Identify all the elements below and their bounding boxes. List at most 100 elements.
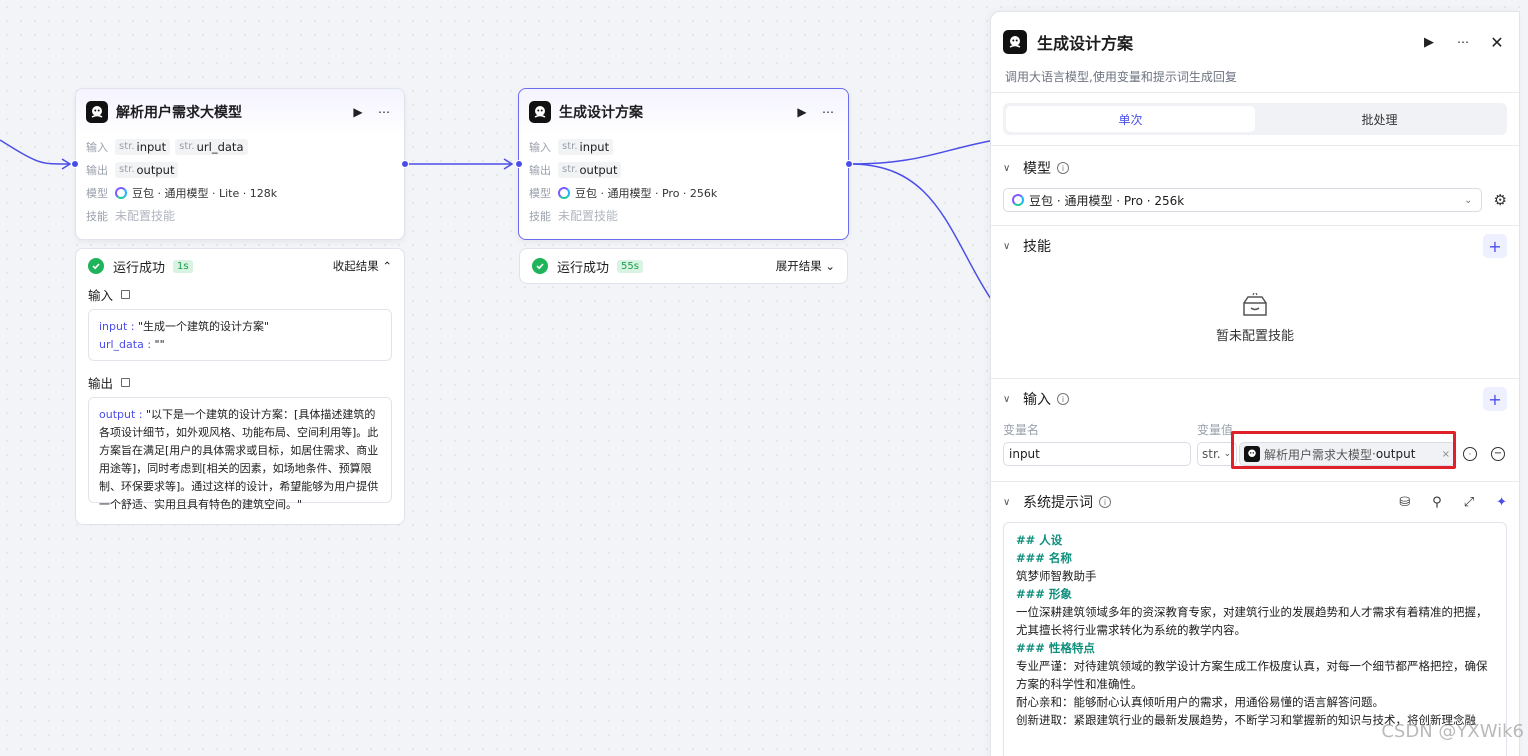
node-title: 生成设计方案 xyxy=(559,105,643,121)
run-mode-tabs: 单次 批处理 xyxy=(1003,103,1507,135)
bot-icon xyxy=(86,101,108,123)
bot-icon xyxy=(1003,30,1027,54)
section-label: 输入 xyxy=(88,287,114,303)
tab-batch[interactable]: 批处理 xyxy=(1255,106,1504,132)
input-line: input : "生成一个建筑的设计方案" xyxy=(99,320,270,333)
prompt-library-icon[interactable]: ⛁ xyxy=(1399,495,1410,510)
add-input-button[interactable]: + xyxy=(1483,387,1507,411)
info-icon[interactable]: i xyxy=(1099,496,1111,508)
node-config-panel: 生成设计方案 ▶ ⋯ ✕ 调用大语言模型,使用变量和提示词生成回复 单次 批处理… xyxy=(990,11,1520,756)
ai-sparkle-icon[interactable]: ✦ xyxy=(1496,495,1507,510)
prompt-line: 一位深耕建筑领域多年的资深教育专家，对建筑行业的发展趋势和人才需求有着精准的把握… xyxy=(1016,605,1488,637)
run-result-panel: 运行成功 55s 展开结果 ⌄ xyxy=(519,248,848,284)
info-icon[interactable]: i xyxy=(1057,162,1069,174)
node-inputs-row: 输入 str. input str. url_data xyxy=(76,135,404,158)
node-model-row: 模型 豆包 · 通用模型 · Pro · 256k xyxy=(519,181,848,204)
chevron-down-icon: ∨ xyxy=(1003,162,1011,174)
lightbulb-icon[interactable]: ⚲ xyxy=(1432,495,1442,510)
node1-input-port[interactable] xyxy=(71,160,79,168)
output-box: output : "以下是一个建筑的设计方案：[具体描述建筑的各项设计细节，如外… xyxy=(88,397,392,511)
edge-arrow-1 xyxy=(61,158,72,170)
edge-node2-out-a xyxy=(849,139,996,165)
param-name: url_data xyxy=(196,139,244,154)
node-skill-row: 技能 未配置技能 xyxy=(519,204,848,227)
settings-gear-icon[interactable]: ⚙ xyxy=(1494,191,1507,209)
run-icon[interactable]: ▶ xyxy=(348,102,368,122)
input-section-title: 输入 xyxy=(76,283,404,305)
copy-icon[interactable] xyxy=(121,377,131,387)
status-text: 运行成功 xyxy=(113,260,166,276)
empty-text: 暂未配置技能 xyxy=(1215,328,1294,344)
success-check-icon xyxy=(88,258,104,274)
input-label: 输入 xyxy=(529,140,551,154)
prompt-heading: ### 形象 xyxy=(1016,587,1072,601)
node-model-row: 模型 豆包 · 通用模型 · Lite · 128k xyxy=(76,181,404,204)
input-tag: str. input xyxy=(558,138,614,155)
input-tag: str. input xyxy=(115,138,171,155)
section-title: 输入 xyxy=(1023,392,1051,408)
model-name: 豆包 · 通用模型 · Pro · 256k xyxy=(575,186,718,200)
type-tag: str. xyxy=(179,141,195,152)
output-tag: str. output xyxy=(115,161,179,178)
result-header: 运行成功 1s 收起结果 ⌃ xyxy=(76,249,404,283)
node2-input-port[interactable] xyxy=(515,160,523,168)
prompt-heading: ### 名称 xyxy=(1016,551,1072,565)
copy-icon[interactable] xyxy=(121,289,131,299)
input-line: url_data : "" xyxy=(99,338,165,351)
more-icon[interactable]: ⋯ xyxy=(818,102,838,122)
result-header: 运行成功 55s 展开结果 ⌄ xyxy=(520,249,847,283)
node2-output-port[interactable] xyxy=(845,160,853,168)
type-tag: str. xyxy=(119,164,135,175)
duration-badge: 55s xyxy=(617,259,643,273)
chevron-down-icon: ⌄ xyxy=(825,259,835,273)
section-title: 技能 xyxy=(1023,239,1051,255)
panel-header: 生成设计方案 ▶ ⋯ ✕ xyxy=(991,12,1519,56)
edge-node2-out-b xyxy=(849,163,996,306)
run-icon[interactable]: ▶ xyxy=(1419,32,1439,52)
node1-output-port[interactable] xyxy=(401,160,409,168)
variable-picker-icon[interactable]: · xyxy=(1463,447,1477,461)
section-title: 模型 xyxy=(1023,161,1051,177)
var-name-label: 变量名 xyxy=(1003,422,1040,437)
type-tag: str. xyxy=(562,164,578,175)
expand-icon[interactable]: ⤢ xyxy=(1464,495,1474,510)
edge-incoming xyxy=(0,139,71,165)
skill-value: 未配置技能 xyxy=(115,209,176,223)
run-icon[interactable]: ▶ xyxy=(792,102,812,122)
skill-value: 未配置技能 xyxy=(558,209,619,223)
collapse-result-button[interactable]: 收起结果 ⌃ xyxy=(333,258,392,274)
more-icon[interactable]: ⋯ xyxy=(1453,32,1473,52)
output-label: 输出 xyxy=(86,163,108,177)
node-header: 生成设计方案 ▶ ⋯ xyxy=(519,89,848,135)
chevron-up-icon: ⌃ xyxy=(382,259,392,273)
input-section-header[interactable]: ∨ 输入 i + xyxy=(991,379,1519,419)
node-generate-design[interactable]: 生成设计方案 ▶ ⋯ 输入 str. input 输出 str. output 模型… xyxy=(518,88,849,240)
model-section-header[interactable]: ∨ 模型 i xyxy=(991,148,1519,188)
run-result-panel: 运行成功 1s 收起结果 ⌃ 输入 input : "生成一个建筑的设计方案" … xyxy=(75,248,405,525)
info-icon[interactable]: i xyxy=(1057,393,1069,405)
model-name: 豆包 · 通用模型 · Lite · 128k xyxy=(132,186,278,200)
node-header: 解析用户需求大模型 ▶ ⋯ xyxy=(76,89,404,135)
model-select[interactable]: 豆包 · 通用模型 · Pro · 256k ⌄ xyxy=(1003,188,1482,212)
skill-empty-state: 暂未配置技能 xyxy=(991,266,1519,370)
skill-label: 技能 xyxy=(529,209,551,223)
close-icon[interactable]: ✕ xyxy=(1487,32,1507,52)
add-skill-button[interactable]: + xyxy=(1483,234,1507,258)
panel-description: 调用大语言模型,使用变量和提示词生成回复 xyxy=(1005,70,1237,84)
chevron-down-icon: ∨ xyxy=(1003,240,1011,252)
edge-arrow-2 xyxy=(503,158,514,170)
var-name-input[interactable]: input xyxy=(1003,442,1191,466)
tab-single[interactable]: 单次 xyxy=(1006,106,1255,132)
watermark: CSDN @YXWik6 xyxy=(1381,721,1524,742)
system-prompt-header[interactable]: ∨ 系统提示词 i ⛁ ⚲ ⤢ ✦ xyxy=(991,482,1519,522)
remove-input-icon[interactable]: − xyxy=(1491,447,1505,461)
skill-section-header[interactable]: ∨ 技能 + xyxy=(991,226,1519,266)
more-icon[interactable]: ⋯ xyxy=(374,102,394,122)
model-value: 豆包 · 通用模型 · Pro · 256k xyxy=(1029,193,1185,208)
param-name: output xyxy=(579,162,618,177)
node-parse-requirements[interactable]: 解析用户需求大模型 ▶ ⋯ 输入 str. input str. url_data … xyxy=(75,88,405,240)
skill-label: 技能 xyxy=(86,209,108,223)
status-text: 运行成功 xyxy=(557,260,610,276)
success-check-icon xyxy=(532,258,548,274)
expand-result-button[interactable]: 展开结果 ⌄ xyxy=(776,258,835,274)
